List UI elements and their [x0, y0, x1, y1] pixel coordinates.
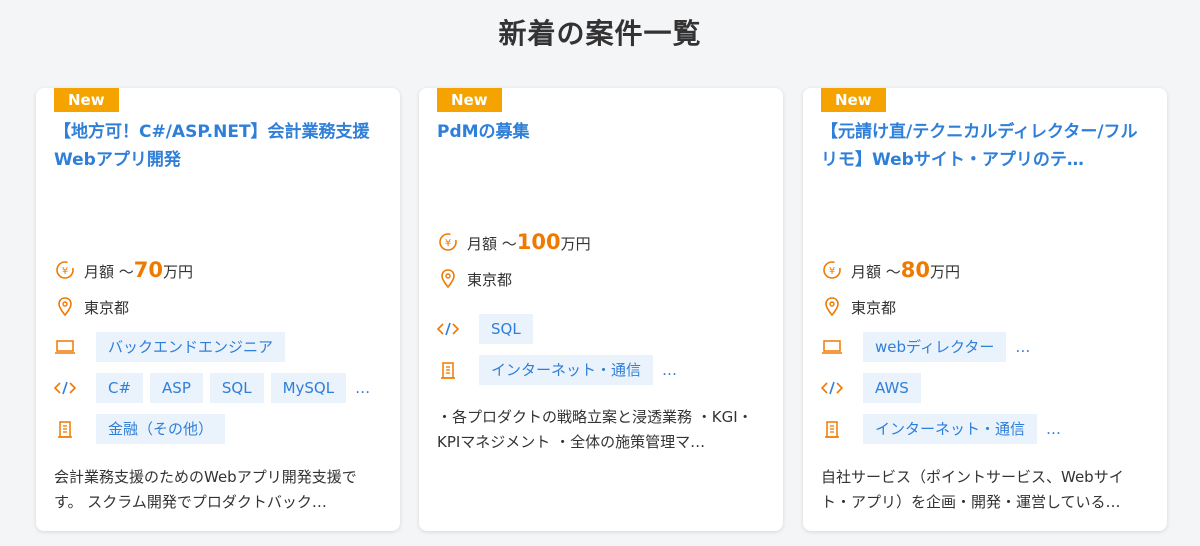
svg-text:¥: ¥ [62, 266, 68, 277]
price-row: ¥ 月額 〜70万円 [54, 258, 382, 282]
location-row: 東京都 [54, 296, 382, 318]
more-industries[interactable]: … [1046, 420, 1061, 438]
industry-row: 金融（その他） [54, 414, 382, 444]
industry-tag[interactable]: インターネット・通信 [863, 414, 1038, 444]
yen-icon: ¥ [437, 231, 459, 253]
job-tag[interactable]: バックエンドエンジニア [96, 332, 286, 362]
location-row: 東京都 [821, 296, 1149, 318]
more-industries[interactable]: … [662, 361, 677, 379]
job-description: ・各プロダクトの戦略立案と浸透業務 ・KGI・KPIマネジメント ・全体の施策管… [437, 408, 753, 451]
job-description: 会計業務支援のためのWebアプリ開発支援です。 スクラム開発でプロダクトバック… [54, 468, 357, 511]
location-pin-icon [821, 296, 843, 318]
skill-tag[interactable]: MySQL [270, 373, 347, 403]
building-icon [821, 418, 843, 440]
laptop-icon [821, 336, 843, 358]
location-pin-icon [437, 268, 459, 290]
industry-tag[interactable]: 金融（その他） [96, 414, 226, 444]
industry-row: インターネット・通信 … [821, 414, 1149, 444]
job-card[interactable]: New 【元請け直/テクニカルディレクター/フルリモ】Webサイト・アプリのテ…… [803, 88, 1167, 531]
more-skills[interactable]: … [355, 379, 370, 397]
location: 東京都 [84, 298, 130, 317]
job-description: 自社サービス（ポイントサービス、Webサイト・アプリ）を企画・開発・運営している… [821, 468, 1124, 511]
new-badge: New [821, 88, 886, 112]
price: 月額 〜100万円 [467, 230, 591, 254]
job-tag[interactable]: webディレクター [863, 332, 1007, 362]
price: 月額 〜80万円 [851, 258, 961, 282]
skill-tag[interactable]: SQL [209, 373, 264, 403]
yen-icon: ¥ [54, 259, 76, 281]
more-job-types[interactable]: … [1015, 338, 1030, 356]
building-icon [54, 418, 76, 440]
code-icon [54, 377, 76, 399]
job-type-row: バックエンドエンジニア [54, 332, 382, 362]
job-card[interactable]: New 【地方可！C#/ASP.NET】会計業務支援Webアプリ開発 ¥ 月額 … [36, 88, 400, 531]
code-icon [821, 377, 843, 399]
skill-tag[interactable]: ASP [150, 373, 203, 403]
price-row: ¥ 月額 〜80万円 [821, 258, 1149, 282]
price-row: ¥ 月額 〜100万円 [437, 230, 765, 254]
skill-tag[interactable]: AWS [863, 373, 921, 403]
new-badge: New [54, 88, 119, 112]
svg-text:¥: ¥ [829, 266, 835, 277]
skill-row: AWS [821, 373, 1149, 403]
job-type-row: webディレクター … [821, 332, 1149, 362]
location-pin-icon [54, 296, 76, 318]
job-title[interactable]: PdMの募集 [437, 118, 765, 146]
svg-text:¥: ¥ [445, 238, 451, 249]
price: 月額 〜70万円 [84, 258, 194, 282]
skill-tag[interactable]: C# [96, 373, 144, 403]
building-icon [437, 359, 459, 381]
section-title: 新着の案件一覧 [498, 17, 702, 50]
location-row: 東京都 [437, 268, 765, 290]
skill-row: C# ASP SQL MySQL … [54, 373, 382, 403]
industry-row: インターネット・通信 … [437, 355, 765, 385]
job-card[interactable]: New PdMの募集 ¥ 月額 〜100万円 東京都 SQL インターネット・通… [419, 88, 783, 531]
laptop-icon [54, 336, 76, 358]
location: 東京都 [467, 270, 513, 289]
yen-icon: ¥ [821, 259, 843, 281]
skill-tag[interactable]: SQL [479, 314, 533, 344]
location: 東京都 [851, 298, 897, 317]
skill-row: SQL [437, 314, 765, 344]
industry-tag[interactable]: インターネット・通信 [479, 355, 654, 385]
code-icon [437, 318, 459, 340]
job-title[interactable]: 【地方可！C#/ASP.NET】会計業務支援Webアプリ開発 [54, 118, 382, 174]
job-title[interactable]: 【元請け直/テクニカルディレクター/フルリモ】Webサイト・アプリのテ… [821, 118, 1149, 174]
new-badge: New [437, 88, 502, 112]
